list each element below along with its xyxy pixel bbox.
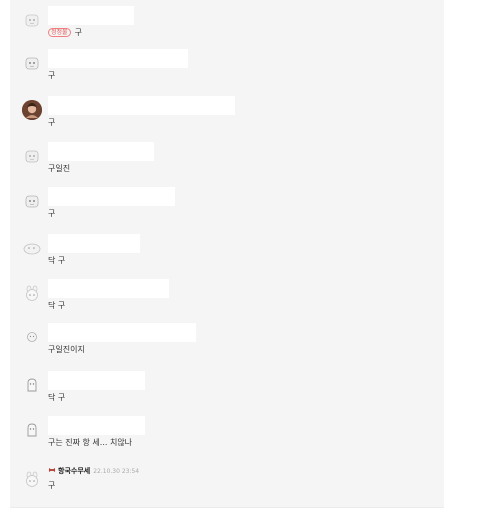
author-name-redacted <box>48 416 145 435</box>
comment-text: 닥 구 <box>48 256 66 265</box>
comment-text: 구 <box>48 118 56 127</box>
comment-text: 구 <box>48 481 56 490</box>
cartoon-face-icon[interactable] <box>22 238 42 258</box>
author-name-redacted <box>48 6 134 25</box>
comment-item: 구일진 <box>10 142 444 178</box>
author-name-redacted <box>48 96 235 115</box>
comment-item: 구 <box>10 49 444 85</box>
comment-item: 구일진이지 <box>10 323 444 359</box>
cartoon-face-icon[interactable] <box>22 53 42 73</box>
status-badge: 정정불 <box>48 28 71 37</box>
comment-item: 닥 구 <box>10 279 444 315</box>
comment-list: 정정불 구 구 구 구일진 구 닥 구 닥 구 구일진이지 닥 구 구는 진짜 … <box>10 0 444 508</box>
comment-text-row: 정정불 구 <box>48 28 82 38</box>
comment-item: 항국수무세 22.10.30 23:54 구 <box>10 461 444 497</box>
comment-item: 정정불 구 <box>10 6 444 42</box>
comment-timestamp: 22.10.30 23:54 <box>93 468 140 475</box>
cartoon-face-icon[interactable] <box>22 10 42 30</box>
comment-item: 구는 진짜 항 세... 치않나 <box>10 416 444 452</box>
comment-text: 구일진 <box>48 164 71 173</box>
cartoon-face-icon[interactable] <box>22 375 42 395</box>
comment-text: 구 <box>48 209 56 218</box>
comment-text: 구는 진짜 항 세... 치않나 <box>48 438 133 447</box>
comment-item: 닥 구 <box>10 371 444 407</box>
author-name-redacted <box>48 279 169 298</box>
cartoon-face-icon[interactable] <box>22 420 42 440</box>
bow-icon <box>48 466 56 474</box>
comment-item: 구 <box>10 187 444 223</box>
author-name-redacted <box>48 371 145 390</box>
comment-item: 닥 구 <box>10 234 444 270</box>
author-name-redacted <box>48 142 154 161</box>
comment-text: 닥 구 <box>48 393 66 402</box>
cartoon-face-icon[interactable] <box>22 146 42 166</box>
comment-item: 구 <box>10 96 444 132</box>
author-name-redacted <box>48 323 196 342</box>
cartoon-face-icon[interactable] <box>22 469 42 489</box>
comment-text: 구 <box>74 28 82 37</box>
author-name-redacted <box>48 187 175 206</box>
author-row: 항국수무세 22.10.30 23:54 <box>48 466 139 476</box>
comment-text: 구일진이지 <box>48 345 85 354</box>
comment-text: 구 <box>48 71 56 80</box>
comment-text: 닥 구 <box>48 301 66 310</box>
cartoon-face-icon[interactable] <box>22 191 42 211</box>
cartoon-face-icon[interactable] <box>22 283 42 303</box>
author-name[interactable]: 항국수무세 <box>58 467 90 475</box>
author-name-redacted <box>48 49 188 68</box>
author-name-redacted <box>48 234 140 253</box>
user-photo-avatar[interactable] <box>22 100 42 120</box>
cartoon-face-icon[interactable] <box>22 327 42 347</box>
